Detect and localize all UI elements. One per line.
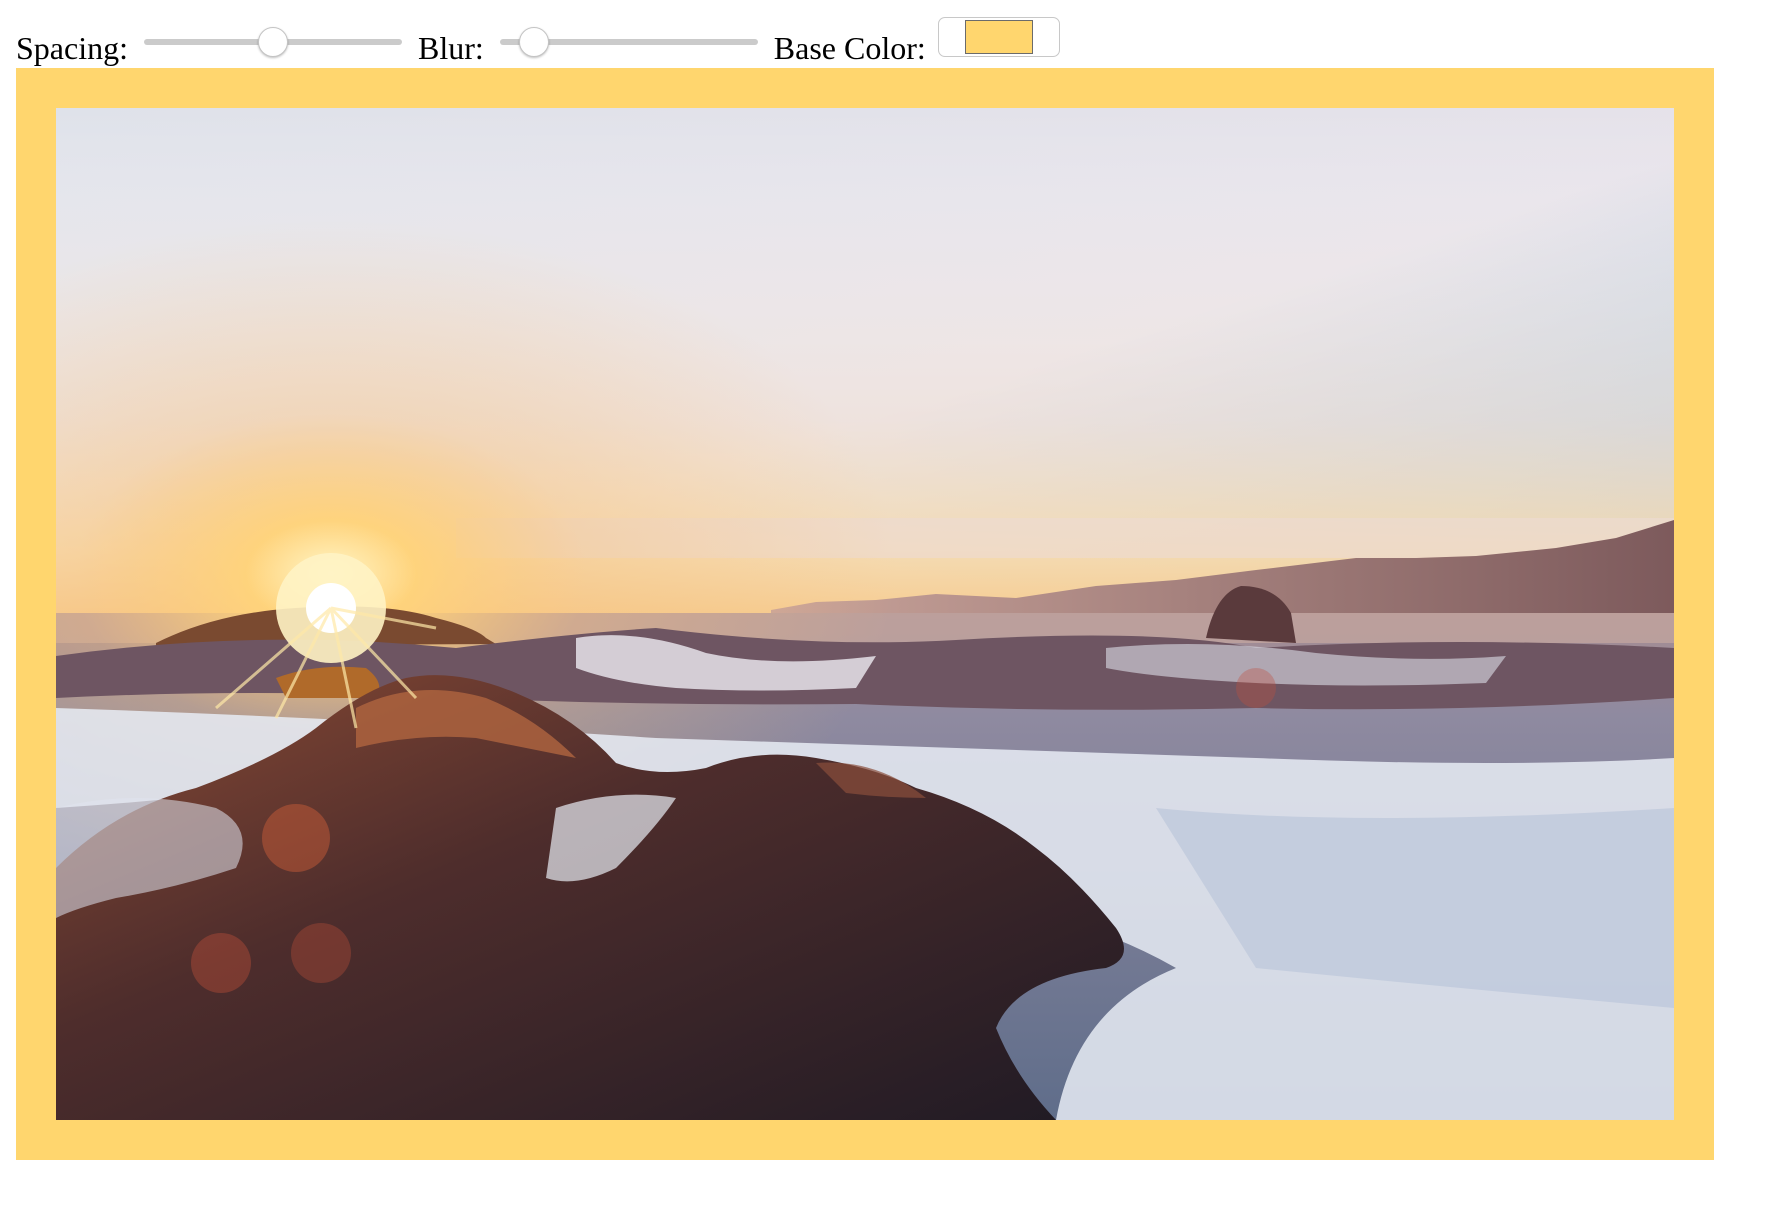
- base-color-picker[interactable]: [937, 17, 1060, 57]
- controls-bar: Spacing: Blur: Base Color:: [16, 16, 1060, 66]
- ocean-sunset-image: [56, 108, 1674, 1120]
- base-color-swatch: [964, 20, 1033, 54]
- sunset-photo-illustration: [56, 108, 1674, 1120]
- spacing-label: Spacing:: [16, 30, 128, 66]
- image-frame: [16, 68, 1714, 1160]
- spacing-slider[interactable]: [140, 21, 406, 61]
- spacing-slider-thumb[interactable]: [257, 27, 288, 57]
- blur-slider-thumb[interactable]: [519, 27, 550, 57]
- blur-slider[interactable]: [496, 21, 762, 61]
- blur-label: Blur:: [417, 30, 484, 66]
- base-color-label: Base Color:: [773, 30, 926, 66]
